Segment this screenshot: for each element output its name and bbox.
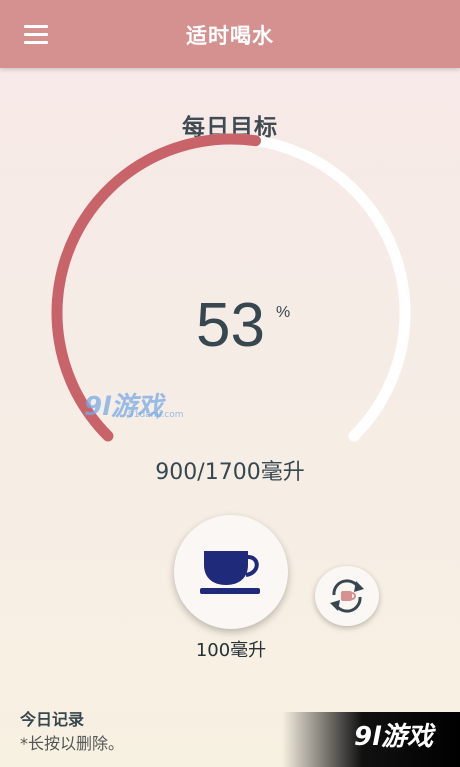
today-records-hint: *长按以删除。: [20, 734, 125, 753]
refresh-cup-icon: [330, 579, 364, 613]
today-records-title: 今日记录: [20, 710, 85, 729]
drink-button[interactable]: [174, 515, 288, 629]
corner-watermark-text: 9l游戏: [354, 722, 434, 752]
cup-icon: [200, 551, 260, 594]
percent-sign: %: [276, 304, 291, 321]
refresh-button[interactable]: [315, 566, 379, 626]
progress-percent: 53: [196, 291, 265, 360]
progress-amount: 900/1700毫升: [155, 460, 305, 485]
watermark-url: 91danji.com: [128, 410, 184, 420]
drink-amount-label: 100毫升: [195, 640, 267, 661]
